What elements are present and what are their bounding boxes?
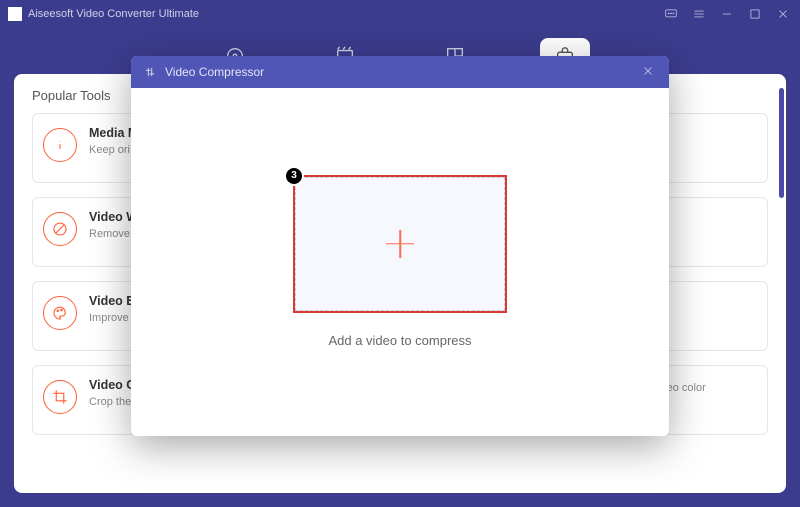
modal-title: Video Compressor: [165, 65, 264, 79]
plus-icon: [386, 230, 414, 258]
modal-close-button[interactable]: [641, 64, 657, 80]
maximize-icon[interactable]: [746, 5, 764, 23]
crop-icon: [43, 380, 77, 414]
dropzone-caption: Add a video to compress: [328, 333, 471, 348]
step-badge: 3: [284, 166, 304, 186]
palette-icon: [43, 296, 77, 330]
menu-icon[interactable]: [690, 5, 708, 23]
scrollbar-thumb[interactable]: [779, 88, 784, 198]
feedback-icon[interactable]: [662, 5, 680, 23]
close-icon[interactable]: [774, 5, 792, 23]
minimize-icon[interactable]: [718, 5, 736, 23]
app-logo: [8, 7, 22, 21]
add-video-dropzone[interactable]: [295, 177, 505, 311]
modal-header: Video Compressor: [131, 56, 669, 88]
info-icon: [43, 128, 77, 162]
no-watermark-icon: [43, 212, 77, 246]
compressor-icon: [143, 65, 157, 79]
video-compressor-modal: Video Compressor 3 Add a video to compre…: [131, 56, 669, 436]
titlebar: Aiseesoft Video Converter Ultimate: [0, 0, 800, 28]
modal-body: 3 Add a video to compress: [131, 88, 669, 436]
app-title: Aiseesoft Video Converter Ultimate: [28, 8, 199, 20]
dropzone-wrap: 3: [295, 177, 505, 311]
